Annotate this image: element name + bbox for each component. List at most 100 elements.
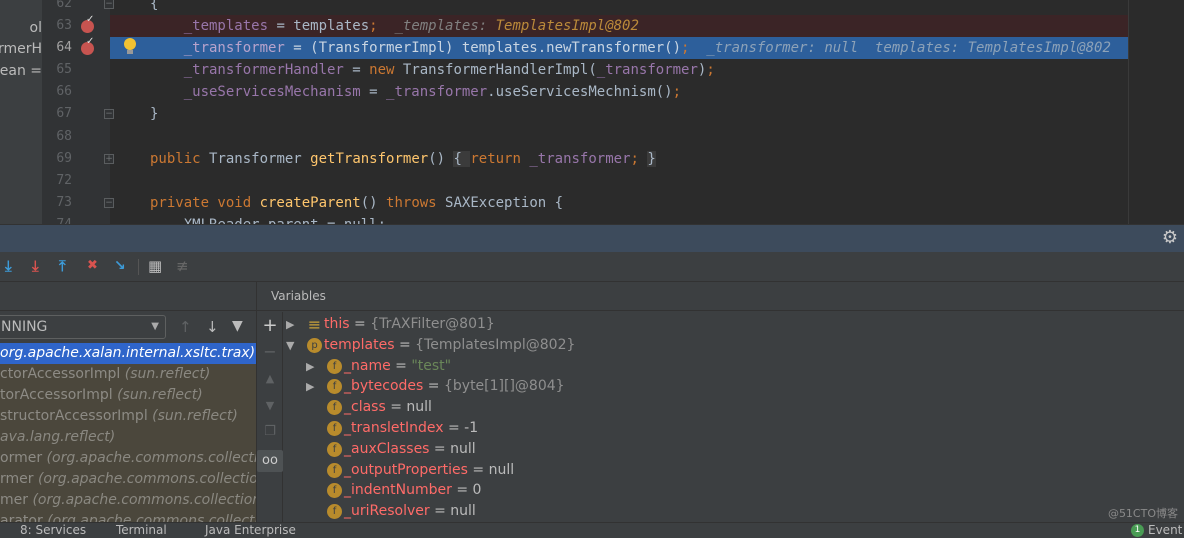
fold-icon[interactable]: −: [104, 198, 114, 208]
fold-icon[interactable]: +: [104, 154, 114, 164]
code-token: _transformerHandler: [150, 62, 344, 78]
variable-row[interactable]: ▶ f _name = "test": [284, 356, 1184, 377]
breakpoint-icon[interactable]: [81, 36, 94, 55]
frame-item[interactable]: org.apache.xalan.internal.xsltc.trax): [0, 343, 256, 364]
chevron-down-icon: ▼: [151, 321, 159, 332]
variable-eq: =: [443, 420, 465, 436]
step-out-icon[interactable]: ⤒: [59, 257, 66, 275]
move-down-icon[interactable]: ▼: [257, 399, 283, 412]
variable-row[interactable]: f _class = null: [284, 397, 1184, 418]
code-token: {: [453, 151, 471, 167]
code-token: _transformer: [386, 84, 488, 100]
expand-arrow-icon[interactable]: ▶: [286, 314, 294, 335]
move-up-icon[interactable]: ▲: [257, 372, 283, 385]
drop-frame-icon[interactable]: ✖: [87, 257, 98, 275]
variable-eq: =: [385, 399, 407, 416]
code-token: throws: [386, 195, 446, 211]
frame-item[interactable]: structorAccessorImpl (sun.reflect): [0, 406, 256, 427]
step-over-icon[interactable]: ⤓: [5, 257, 12, 275]
variable-row[interactable]: ▶ ≡ this = {TrAXFilter@801}: [284, 314, 1184, 335]
code-token: _templates:: [377, 18, 496, 34]
arrow-down-icon[interactable]: ↓: [206, 318, 219, 336]
lightbulb-icon[interactable]: [124, 38, 136, 54]
expand-arrow-icon[interactable]: ▶: [306, 376, 314, 397]
code-line[interactable]: public Transformer getTransformer() { re…: [110, 148, 1128, 170]
expand-arrow-icon[interactable]: ▶: [306, 356, 314, 377]
services-tab[interactable]: 8: Services: [20, 523, 86, 538]
frame-item[interactable]: ormer (org.apache.commons.collections: [0, 448, 256, 469]
thread-select[interactable]: NNING ▼: [0, 315, 166, 339]
variable-name: _bytecodes: [344, 378, 424, 395]
frames-list[interactable]: org.apache.xalan.internal.xsltc.trax) cto…: [0, 343, 256, 522]
frame-item[interactable]: arator (org.apache.commons.collection: [0, 511, 256, 522]
variable-row[interactable]: ▶ f _bytecodes = {byte[1][]@804}: [284, 376, 1184, 397]
variable-row[interactable]: f _outputProperties = null: [284, 460, 1184, 481]
frame-item[interactable]: torAccessorImpl (sun.reflect): [0, 385, 256, 406]
code-token: ;: [369, 18, 378, 34]
code-editor[interactable]: ol rmerH olean = { _templates = template…: [0, 0, 1184, 224]
frame-item[interactable]: ctorAccessorImpl (sun.reflect): [0, 364, 256, 385]
code-line[interactable]: {: [110, 0, 1128, 15]
structure-item[interactable]: rmerH: [0, 41, 42, 57]
structure-item[interactable]: olean =: [0, 63, 42, 79]
code-line[interactable]: _transformer = (TransformerImpl) templat…: [110, 37, 1128, 59]
code-token: .useServicesMechnism(): [487, 84, 673, 100]
plus-icon[interactable]: +: [257, 315, 283, 336]
frame-method: rmer: [0, 471, 38, 487]
frame-item[interactable]: mer (org.apache.commons.collections4.: [0, 490, 256, 511]
code-line[interactable]: [110, 170, 1128, 192]
variable-row[interactable]: f _uriResolver = null: [284, 501, 1184, 522]
line-number: 65: [56, 62, 72, 77]
glasses-icon[interactable]: oo: [257, 450, 283, 472]
variable-row[interactable]: f _auxClasses = null: [284, 439, 1184, 460]
arrow-up-icon[interactable]: ↑: [179, 318, 192, 336]
code-line[interactable]: _useServicesMechanism = _transformer.use…: [110, 81, 1128, 103]
variable-row[interactable]: f _transletIndex = -1: [284, 418, 1184, 439]
variable-text: this = {TrAXFilter@801}: [324, 314, 495, 335]
run-to-cursor-icon[interactable]: ↘: [114, 257, 126, 275]
fold-icon[interactable]: −: [104, 109, 114, 119]
terminal-tab[interactable]: Terminal: [116, 523, 167, 538]
variable-row[interactable]: f _indentNumber = 0: [284, 480, 1184, 501]
minus-icon[interactable]: −: [257, 342, 283, 361]
copy-icon[interactable]: ❐: [257, 424, 283, 439]
line-number: 63: [56, 18, 72, 33]
variable-text: _class = null: [344, 397, 432, 418]
breakpoint-icon[interactable]: [81, 14, 94, 33]
line-number: 67: [56, 106, 72, 121]
code-line[interactable]: XMLReader parent = null;: [110, 214, 1128, 224]
event-log-tab[interactable]: Event L: [1148, 523, 1184, 538]
code-token: ;: [672, 84, 682, 100]
step-into-icon[interactable]: ⤓: [32, 257, 39, 275]
code-line[interactable]: _templates = templates; _templates: Temp…: [110, 15, 1128, 37]
thread-select-value: NNING: [1, 319, 48, 335]
structure-item[interactable]: ol: [30, 20, 42, 36]
trace-icon[interactable]: ≢: [176, 257, 189, 275]
filter-icon[interactable]: ▼: [232, 318, 243, 334]
code-token: public: [150, 151, 210, 167]
frame-item[interactable]: rmer (org.apache.commons.collections: [0, 469, 256, 490]
field-icon: f: [327, 400, 342, 416]
java-enterprise-tab[interactable]: Java Enterprise: [205, 523, 296, 538]
frame-package: ava.lang.reflect): [0, 429, 116, 445]
code-line[interactable]: }: [110, 103, 1128, 125]
frames-header: [0, 282, 256, 311]
fold-icon[interactable]: −: [104, 0, 114, 9]
parameter-icon: p: [307, 337, 322, 353]
line-number: 74: [42, 217, 72, 224]
variable-text: _transletIndex = -1: [344, 418, 478, 439]
frame-package: (sun.reflect): [124, 366, 211, 382]
variable-row[interactable]: ▼ p templates = {TemplatesImpl@802}: [284, 335, 1184, 356]
frame-package: (sun.reflect): [117, 387, 203, 403]
field-icon: f: [327, 379, 342, 395]
variable-eq: =: [423, 378, 444, 395]
evaluate-expression-icon[interactable]: ▦: [148, 257, 162, 275]
code-line[interactable]: private void createParent() throws SAXEx…: [110, 192, 1128, 214]
variable-name: _outputProperties: [344, 461, 468, 478]
collapse-arrow-icon[interactable]: ▼: [286, 335, 294, 356]
frame-item[interactable]: ava.lang.reflect): [0, 427, 256, 448]
code-line[interactable]: _transformerHandler = new TransformerHan…: [110, 59, 1128, 81]
code-line[interactable]: [110, 126, 1128, 148]
gear-icon[interactable]: ⚙: [1162, 229, 1178, 247]
variable-value: -1: [464, 420, 479, 436]
